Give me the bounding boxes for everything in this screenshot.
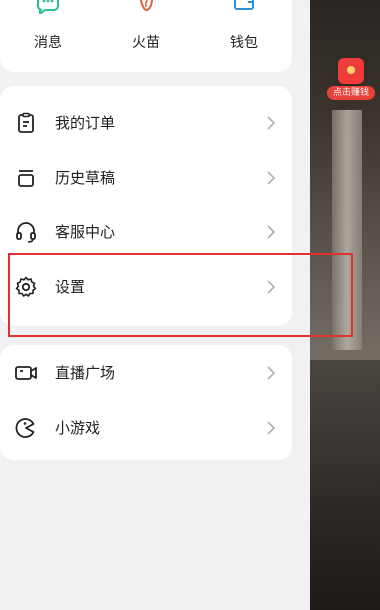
order-clipboard-icon: [18, 112, 34, 133]
background-floor: [310, 360, 380, 610]
quick-actions-card: 消息 火苗 钱包: [0, 0, 292, 72]
menu-item-label: 我的订单: [55, 114, 116, 132]
quick-action-flame[interactable]: 火苗: [106, 0, 186, 60]
chevron-right-icon: [267, 366, 276, 380]
flame-icon: [139, 0, 154, 12]
menu-item-mini-games[interactable]: 小游戏: [0, 401, 292, 455]
chevron-right-icon: [267, 421, 276, 435]
earn-money-widget[interactable]: 点击赚钱: [326, 52, 376, 104]
quick-action-messages[interactable]: 消息: [8, 0, 88, 60]
menu-card-secondary: 直播广场 小游戏: [0, 345, 292, 460]
earn-money-label: 点击赚钱: [327, 86, 375, 100]
menu-item-orders[interactable]: 我的订单: [0, 96, 292, 150]
drafts-icon: [18, 170, 34, 187]
menu-item-customer-service[interactable]: 客服中心: [0, 205, 292, 259]
message-icon: [37, 0, 59, 14]
menu-item-drafts[interactable]: 历史草稿: [0, 151, 292, 205]
quick-action-label: 钱包: [230, 35, 258, 51]
headset-icon: [16, 222, 36, 243]
menu-item-label: 历史草稿: [55, 169, 116, 187]
mini-game-icon: [15, 418, 35, 438]
chevron-right-icon: [267, 225, 276, 239]
menu-item-live-square[interactable]: 直播广场: [0, 346, 292, 400]
menu-item-label: 直播广场: [55, 364, 116, 382]
quick-action-label: 消息: [34, 35, 62, 51]
live-camera-icon: [15, 366, 37, 380]
menu-item-label: 客服中心: [55, 223, 116, 241]
wallet-icon: [234, 0, 254, 10]
red-packet-icon: [338, 58, 364, 84]
settings-highlight-box: [8, 253, 353, 337]
menu-item-label: 小游戏: [55, 419, 101, 437]
quick-action-wallet[interactable]: 钱包: [204, 0, 284, 60]
chevron-right-icon: [267, 116, 276, 130]
quick-action-label: 火苗: [132, 35, 160, 51]
chevron-right-icon: [267, 171, 276, 185]
